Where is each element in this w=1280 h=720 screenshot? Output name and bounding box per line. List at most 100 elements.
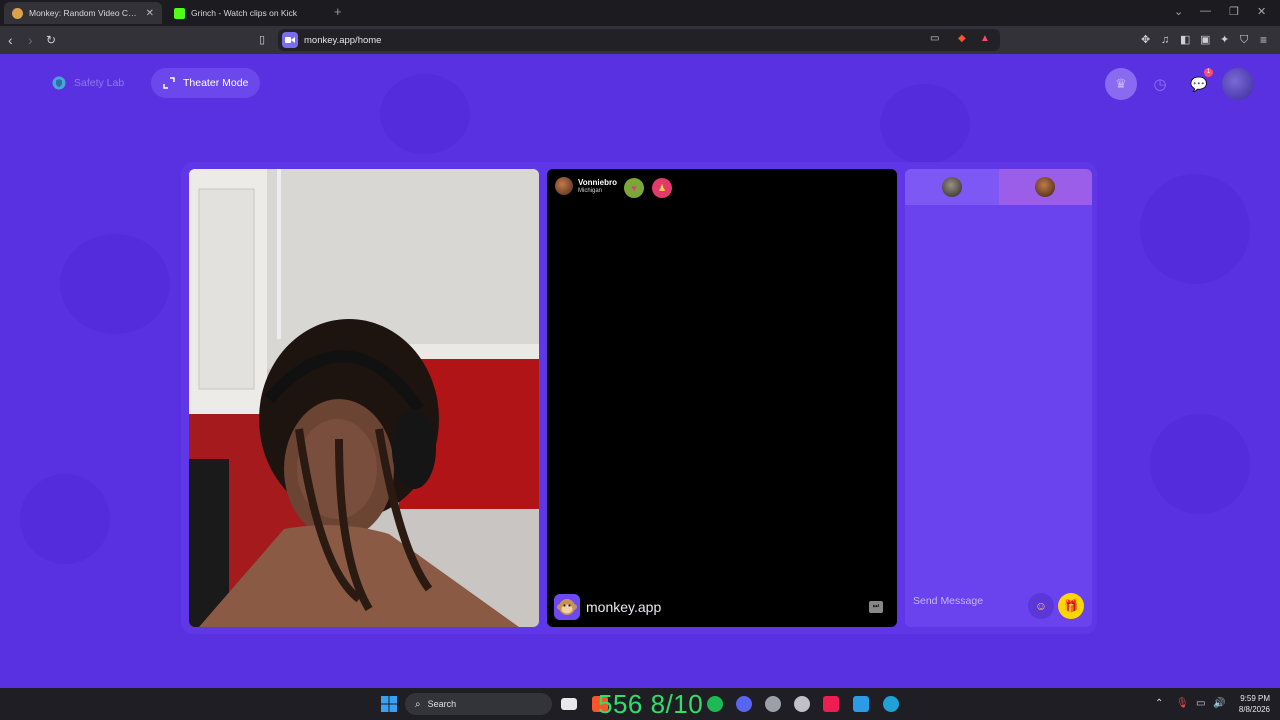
media-icon[interactable]: ♫ bbox=[1161, 31, 1169, 49]
partner-info[interactable]: Vonniebro Michigan bbox=[555, 177, 617, 195]
character-badge[interactable]: ♟ bbox=[652, 178, 672, 198]
background-blob bbox=[1150, 414, 1250, 514]
reload-icon[interactable]: ↻ bbox=[46, 31, 56, 49]
self-avatar bbox=[941, 177, 962, 197]
safety-lab-label: Safety Lab bbox=[74, 77, 125, 89]
wallet-icon[interactable]: ▣ bbox=[1200, 31, 1210, 49]
send-message-input[interactable]: Send Message bbox=[913, 595, 983, 607]
background-blob bbox=[60, 234, 170, 334]
minimize-icon[interactable]: — bbox=[1200, 5, 1211, 17]
taskbar-clock[interactable]: 9:59 PM 8/8/2026 bbox=[1239, 693, 1270, 715]
tab-kick[interactable]: Grinch - Watch clips on Kick bbox=[166, 2, 326, 24]
settings-gear-icon[interactable] bbox=[765, 696, 781, 712]
discord-icon[interactable] bbox=[736, 696, 752, 712]
media-player-icon[interactable] bbox=[561, 698, 577, 710]
edge-icon[interactable] bbox=[883, 696, 899, 712]
history-button[interactable]: ◷ bbox=[1144, 68, 1176, 100]
taskbar-search[interactable]: ⌕ Search bbox=[405, 693, 552, 715]
spotify-icon[interactable] bbox=[707, 696, 723, 712]
search-icon: ⌕ bbox=[415, 698, 421, 710]
brand-watermark: monkey.app bbox=[554, 594, 661, 620]
monkey-logo-icon bbox=[554, 594, 580, 620]
back-icon[interactable]: ‹ bbox=[8, 31, 13, 49]
bookmark-icon[interactable]: ▯ bbox=[259, 31, 265, 49]
network-icon[interactable]: ▭ bbox=[1196, 698, 1205, 709]
restore-icon[interactable]: ❐ bbox=[1229, 5, 1239, 18]
browser-tab-bar: Monkey: Random Video Chat ✕ Grinch - Wat… bbox=[0, 0, 1280, 26]
overlay-counter-text: 556 8/10 bbox=[598, 689, 704, 719]
windows-taskbar: ⌕ Search 556 8/10 ⌃ 🎙 ▭ 🔊 9:59 PM 8/8/20… bbox=[0, 688, 1280, 720]
windows-start-icon[interactable] bbox=[381, 696, 397, 712]
expand-icon bbox=[163, 77, 175, 89]
monkey-favicon-icon bbox=[12, 7, 23, 19]
remote-camera-feed: Vonniebro Michigan ♥ ♟ monkey.app ⏭ bbox=[547, 169, 897, 627]
tab-title: Grinch - Watch clips on Kick bbox=[191, 8, 297, 18]
emoji-button[interactable]: ☺ bbox=[1028, 593, 1054, 619]
leo-ai-icon[interactable]: ✦ bbox=[1220, 31, 1229, 49]
tab-list-chevron-icon[interactable]: ⌄ bbox=[1174, 5, 1183, 18]
clock-icon: ◷ bbox=[1153, 76, 1167, 93]
character-icon: ♟ bbox=[657, 182, 667, 193]
safety-lab-button[interactable]: Safety Lab bbox=[40, 68, 136, 98]
address-bar[interactable]: monkey.app/home ▭ ◆ ▲ bbox=[278, 29, 1000, 51]
chat-tab-self[interactable] bbox=[905, 169, 999, 205]
messages-button[interactable]: 💬 1 bbox=[1183, 68, 1215, 100]
partner-avatar bbox=[555, 177, 573, 195]
profile-avatar[interactable] bbox=[1222, 68, 1254, 100]
chat-tab-partner[interactable] bbox=[998, 169, 1092, 205]
url-text: monkey.app/home bbox=[304, 34, 382, 46]
clock-date: 8/8/2026 bbox=[1238, 705, 1270, 714]
crown-button[interactable]: ♛ bbox=[1105, 68, 1137, 100]
safety-shield-icon bbox=[52, 76, 66, 90]
partner-location: Michigan bbox=[578, 187, 603, 194]
crown-icon: ♛ bbox=[1115, 76, 1127, 91]
sidebar-icon[interactable]: ◧ bbox=[1180, 31, 1190, 49]
chat-bubble-icon: 💬 bbox=[1190, 75, 1208, 92]
obs-icon[interactable] bbox=[794, 696, 810, 712]
tab-monkey[interactable]: Monkey: Random Video Chat ✕ bbox=[4, 2, 162, 24]
site-info-icon[interactable] bbox=[282, 32, 298, 48]
chat-panel: Send Message ☺ 🎁 bbox=[905, 169, 1092, 627]
video-chat-stage: Vonniebro Michigan ♥ ♟ monkey.app ⏭ Send… bbox=[181, 162, 1097, 634]
theater-mode-button[interactable]: Theater Mode bbox=[151, 68, 261, 98]
emoji-icon: ☺ bbox=[1034, 599, 1048, 613]
tray-chevron-icon[interactable]: ⌃ bbox=[1155, 698, 1163, 709]
background-blob bbox=[880, 84, 970, 164]
monkey-page: Safety Lab Theater Mode ♛ ◷ 💬 1 Vonniebr… bbox=[0, 54, 1280, 688]
heart-badge[interactable]: ♥ bbox=[624, 178, 644, 198]
close-tab-icon[interactable]: ✕ bbox=[146, 8, 154, 19]
partner-name: Vonniebro bbox=[578, 177, 617, 187]
background-blob bbox=[20, 474, 110, 564]
taskbar-search-label: Search bbox=[427, 699, 457, 709]
kick-favicon-icon bbox=[174, 7, 185, 19]
gift-icon: 🎁 bbox=[1063, 599, 1079, 613]
vpn-shield-icon[interactable]: ⛉ bbox=[1240, 31, 1248, 49]
chat-participant-tabs bbox=[905, 169, 1092, 205]
volume-icon[interactable]: 🔊 bbox=[1213, 698, 1225, 709]
menu-icon[interactable]: ≡ bbox=[1260, 31, 1267, 49]
partner-chat-avatar bbox=[1035, 177, 1056, 197]
new-tab-icon[interactable]: + bbox=[334, 4, 342, 19]
heart-icon: ♥ bbox=[631, 183, 637, 193]
theater-mode-label: Theater Mode bbox=[183, 77, 249, 89]
background-blob bbox=[380, 74, 470, 154]
skip-forward-icon[interactable]: ⏭ bbox=[869, 601, 883, 613]
tiktok-icon[interactable] bbox=[823, 696, 839, 712]
cast-icon[interactable]: ▭ bbox=[930, 33, 939, 44]
brand-name: monkey.app bbox=[586, 599, 662, 615]
clock-time: 9:59 PM bbox=[1240, 694, 1270, 703]
app-icon[interactable] bbox=[853, 696, 869, 712]
brave-rewards-icon[interactable]: ▲ bbox=[980, 33, 990, 44]
forward-icon[interactable]: › bbox=[28, 31, 33, 49]
microphone-icon[interactable]: 🎙 bbox=[1176, 698, 1189, 709]
brave-shields-icon[interactable]: ◆ bbox=[958, 33, 966, 44]
extensions-icon[interactable]: ✥ bbox=[1141, 31, 1150, 49]
notification-badge: 1 bbox=[1204, 68, 1213, 77]
close-window-icon[interactable]: ✕ bbox=[1257, 5, 1266, 18]
browser-nav-bar: ‹ › ↻ ▯ monkey.app/home ▭ ◆ ▲ ✥ ♫ ◧ ▣ ✦ … bbox=[0, 26, 1280, 54]
gift-button[interactable]: 🎁 bbox=[1058, 593, 1084, 619]
local-camera-image bbox=[189, 169, 539, 627]
background-blob bbox=[1140, 174, 1250, 284]
local-camera-feed bbox=[189, 169, 539, 627]
tab-title: Monkey: Random Video Chat bbox=[29, 8, 140, 18]
